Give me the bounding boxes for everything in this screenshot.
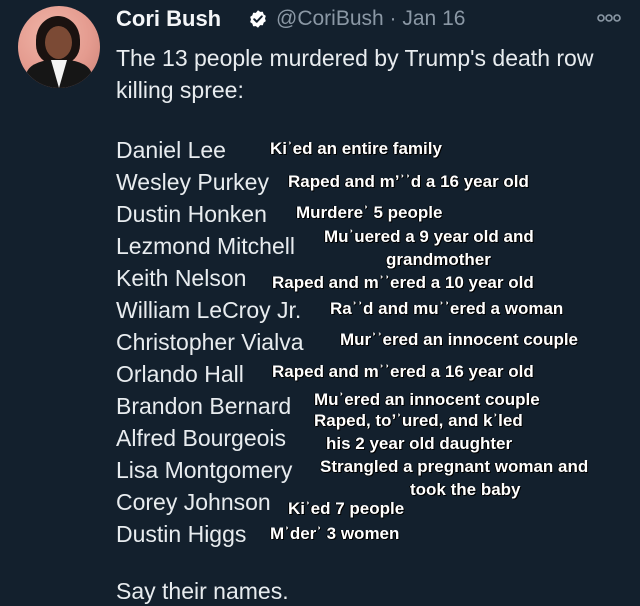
victim-name: Alfred Bourgeois <box>116 425 287 451</box>
crime-annotation: Muʾuered a 9 year old and <box>324 227 534 246</box>
crime-annotation: Kiʾed an entire family <box>270 139 442 158</box>
victim-name: Brandon Bernard <box>116 393 292 419</box>
victim-name: Wesley Purkey <box>116 169 269 195</box>
crime-annotation: Kiʾed 7 people <box>288 499 405 518</box>
victim-name: Dustin Honken <box>116 201 267 227</box>
crime-annotation: Raped, toʼʾured, and kʾled <box>314 411 523 430</box>
tweet-text: The 13 people murdered by Trump's death … <box>116 45 594 103</box>
author-name[interactable]: Cori Bush <box>116 6 221 32</box>
avatar[interactable] <box>18 6 100 88</box>
crime-annotation: grandmother <box>386 250 491 269</box>
victim-name: William LeCroy Jr. <box>116 297 302 323</box>
tweet-closing-text: Say their names. <box>116 578 289 604</box>
victim-name: Lezmond Mitchell <box>116 233 295 259</box>
victim-name: Keith Nelson <box>116 265 247 291</box>
victim-name: Dustin Higgs <box>116 521 247 547</box>
author-handle[interactable]: @CoriBush <box>276 7 384 30</box>
crime-annotation: Strangled a pregnant woman and <box>320 457 589 476</box>
victim-name: Corey Johnson <box>116 489 271 515</box>
tweet-date[interactable]: Jan 16 <box>402 7 465 30</box>
victim-name: Lisa Montgomery <box>116 457 293 483</box>
victim-name: Christopher Vialva <box>116 329 304 355</box>
crime-annotation: his 2 year old daughter <box>326 434 513 453</box>
crime-annotation: Muʾered an innocent couple <box>314 390 540 409</box>
crime-annotation: Murʾʾered an innocent couple <box>340 330 579 349</box>
crime-annotation: Raped and mʾʾered a 16 year old <box>272 362 534 381</box>
crime-annotation: took the baby <box>410 480 521 499</box>
verified-badge-icon <box>250 10 266 28</box>
crime-annotation: Raped and mʾʾered a 10 year old <box>272 273 534 292</box>
tweet-meta[interactable]: @CoriBush · Jan 16 <box>276 7 465 31</box>
victim-name: Orlando Hall <box>116 361 244 387</box>
victim-name: Daniel Lee <box>116 137 226 163</box>
meta-separator: · <box>389 7 397 30</box>
crime-annotation: Murdereʾ 5 people <box>296 203 443 222</box>
crime-annotation: Raʾʾd and muʾʾered a woman <box>330 299 564 318</box>
more-options-icon[interactable] <box>596 12 622 24</box>
crime-annotation: Mʾderʾ 3 women <box>270 524 400 543</box>
crime-annotation: Raped and mʼʾʾd a 16 year old <box>288 172 529 191</box>
